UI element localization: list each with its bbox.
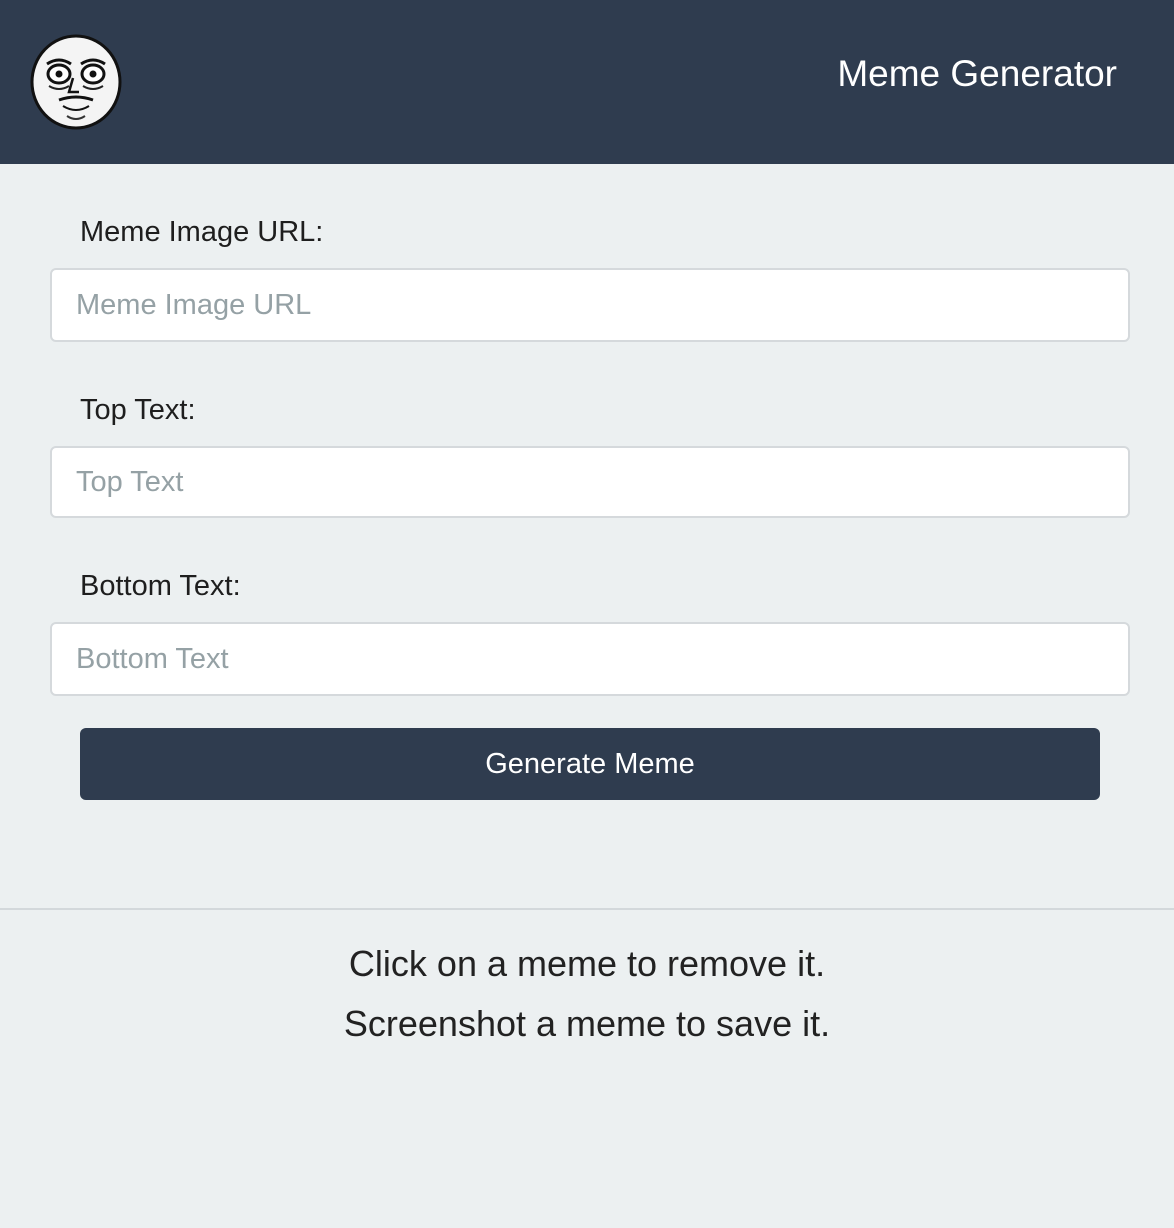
image-url-input[interactable] (50, 268, 1130, 342)
image-url-label: Meme Image URL: (80, 216, 324, 248)
top-text-input[interactable] (50, 446, 1130, 518)
app-title: Meme Generator (837, 53, 1117, 94)
generate-meme-button[interactable]: Generate Meme (80, 728, 1100, 800)
bottom-text-input[interactable] (50, 622, 1130, 696)
remove-instruction: Click on a meme to remove it. (348, 943, 826, 984)
save-instruction: Screenshot a meme to save it. (343, 1003, 831, 1044)
bottom-text-label: Bottom Text: (80, 570, 241, 602)
top-text-label: Top Text: (80, 394, 196, 426)
me-gusta-face-icon (30, 34, 122, 130)
section-divider (0, 908, 1174, 910)
app-header: Meme Generator (0, 0, 1174, 164)
